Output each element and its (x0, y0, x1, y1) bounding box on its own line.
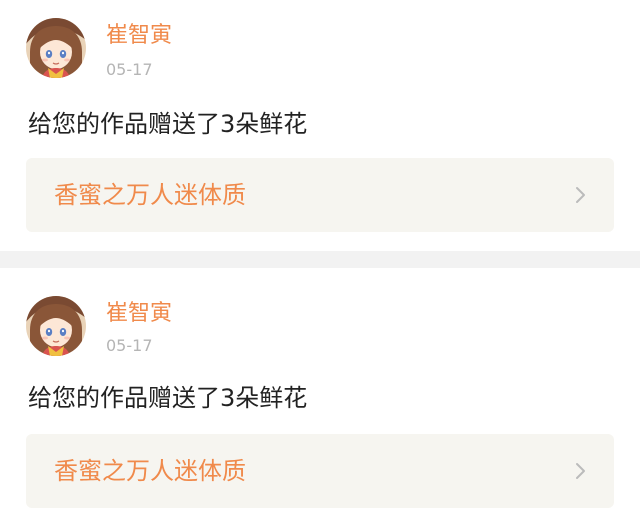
work-link-card[interactable]: 香蜜之万人迷体质 (26, 158, 614, 232)
chevron-right-icon (576, 187, 585, 203)
avatar[interactable] (26, 296, 86, 356)
chevron-right-icon (576, 463, 585, 479)
notification-message: 给您的作品赠送了3朵鲜花 (28, 110, 308, 138)
timestamp: 05-17 (106, 60, 153, 79)
work-title: 香蜜之万人迷体质 (54, 181, 246, 209)
notification-feed: 崔智寅 05-17 给您的作品赠送了3朵鲜花 香蜜之万人迷体质 崔智寅 05-1… (0, 0, 640, 531)
work-title: 香蜜之万人迷体质 (54, 457, 246, 485)
username[interactable]: 崔智寅 (106, 300, 172, 328)
avatar-image (26, 296, 86, 356)
notification-card: 崔智寅 05-17 给您的作品赠送了3朵鲜花 香蜜之万人迷体质 (0, 0, 640, 251)
avatar-image (26, 18, 86, 78)
notification-message: 给您的作品赠送了3朵鲜花 (28, 384, 308, 412)
timestamp: 05-17 (106, 336, 153, 355)
notification-card: 崔智寅 05-17 给您的作品赠送了3朵鲜花 香蜜之万人迷体质 (0, 268, 640, 531)
work-link-card[interactable]: 香蜜之万人迷体质 (26, 434, 614, 508)
username[interactable]: 崔智寅 (106, 22, 172, 50)
avatar[interactable] (26, 18, 86, 78)
